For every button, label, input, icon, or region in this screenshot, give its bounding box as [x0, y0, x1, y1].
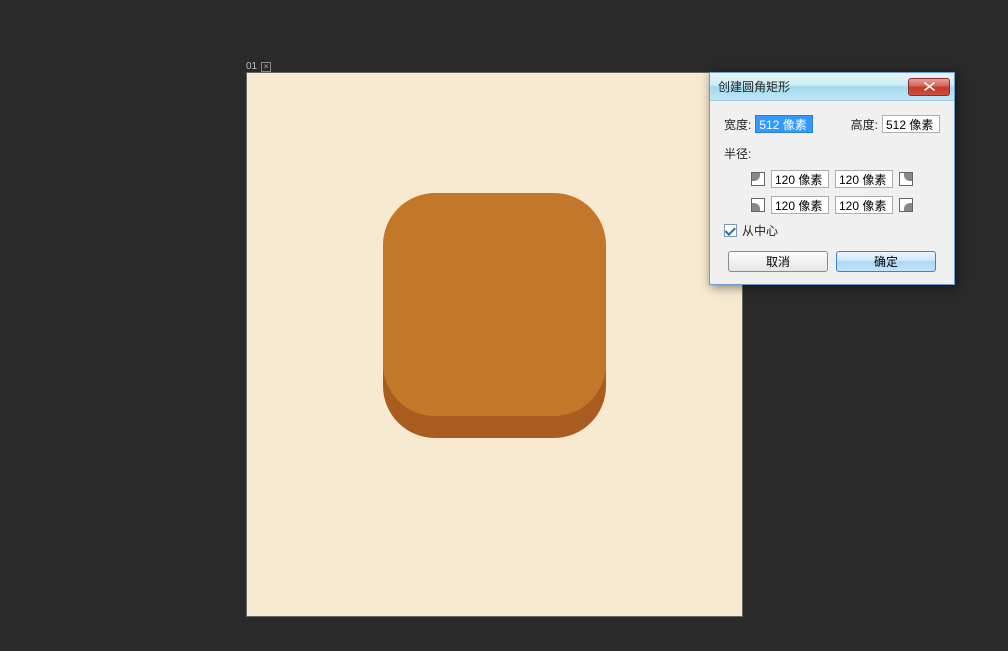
width-label: 宽度: — [724, 116, 751, 133]
close-icon — [924, 82, 935, 91]
corner-top-right-icon[interactable] — [899, 172, 913, 186]
radius-label: 半径: — [724, 145, 940, 162]
radius-bottom-row — [724, 196, 940, 214]
corner-bottom-right-icon[interactable] — [899, 198, 913, 212]
document-tab-label: 01 — [246, 61, 257, 72]
height-label: 高度: — [851, 116, 878, 133]
canvas-artboard[interactable] — [247, 73, 742, 616]
radius-top-right-input[interactable] — [835, 170, 893, 188]
width-input[interactable] — [755, 115, 813, 133]
radius-bottom-right-input[interactable] — [835, 196, 893, 214]
cancel-button-label: 取消 — [766, 253, 790, 270]
document-tab[interactable]: 01 × — [246, 61, 271, 72]
from-center-checkbox[interactable] — [724, 224, 737, 237]
corner-bottom-left-icon[interactable] — [751, 198, 765, 212]
radius-top-row — [724, 170, 940, 188]
create-rounded-rect-dialog: 创建圆角矩形 宽度: 高度: 半径: — [709, 72, 955, 285]
dialog-title: 创建圆角矩形 — [718, 78, 790, 95]
ok-button[interactable]: 确定 — [836, 251, 936, 272]
close-tab-icon[interactable]: × — [261, 62, 271, 72]
dialog-body: 宽度: 高度: 半径: 从中心 取消 — [710, 101, 954, 284]
radius-bottom-left-input[interactable] — [771, 196, 829, 214]
canvas-window — [246, 72, 743, 617]
dimensions-row: 宽度: 高度: — [724, 115, 940, 133]
dialog-button-row: 取消 确定 — [724, 251, 940, 272]
rounded-rect-shape[interactable] — [383, 193, 606, 416]
from-center-row: 从中心 — [724, 222, 940, 239]
height-input[interactable] — [882, 115, 940, 133]
radius-top-left-input[interactable] — [771, 170, 829, 188]
dialog-titlebar[interactable]: 创建圆角矩形 — [710, 73, 954, 101]
corner-top-left-icon[interactable] — [751, 172, 765, 186]
ok-button-label: 确定 — [874, 253, 898, 270]
from-center-label: 从中心 — [742, 222, 778, 239]
dialog-close-button[interactable] — [908, 78, 950, 96]
cancel-button[interactable]: 取消 — [728, 251, 828, 272]
